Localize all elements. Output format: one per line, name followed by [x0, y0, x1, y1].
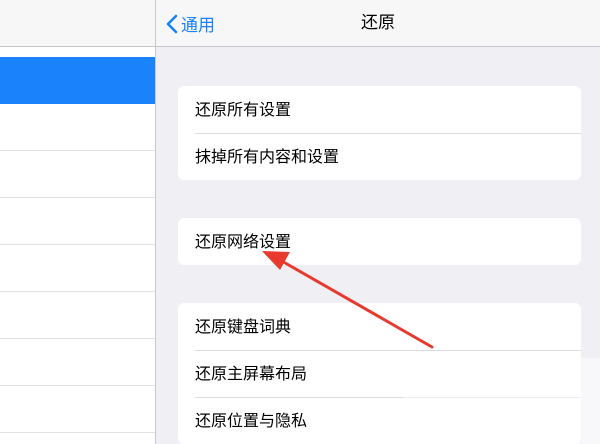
sidebar-item-general[interactable]	[0, 57, 155, 104]
sidebar-item[interactable]	[0, 104, 155, 151]
reset-home-screen-layout-cell[interactable]: 还原主屏幕布局	[178, 350, 581, 397]
reset-location-privacy-cell[interactable]: 还原位置与隐私	[178, 397, 581, 444]
sidebar-item[interactable]	[0, 386, 155, 433]
erase-all-content-cell[interactable]: 抹掉所有内容和设置	[178, 133, 581, 180]
reset-group-3: 还原键盘词典 还原主屏幕布局 还原位置与隐私	[178, 303, 581, 444]
reset-network-settings-cell[interactable]: 还原网络设置	[178, 218, 581, 265]
back-button-label: 通用	[181, 16, 215, 36]
navigation-bar: 通用 还原	[156, 0, 600, 47]
page-title: 还原	[361, 13, 395, 33]
reset-keyboard-dictionary-cell[interactable]: 还原键盘词典	[178, 303, 581, 350]
sidebar-item[interactable]	[0, 151, 155, 198]
back-button[interactable]: 通用	[166, 0, 215, 47]
sidebar-item[interactable]	[0, 292, 155, 339]
sidebar-item[interactable]	[0, 245, 155, 292]
reset-all-settings-cell[interactable]: 还原所有设置	[178, 86, 581, 133]
reset-group-1: 还原所有设置 抹掉所有内容和设置	[178, 86, 581, 180]
sidebar-item[interactable]	[0, 198, 155, 245]
sidebar-header	[0, 0, 155, 47]
sidebar-item[interactable]	[0, 339, 155, 386]
chevron-left-icon	[166, 14, 178, 33]
sidebar	[0, 0, 156, 444]
reset-group-2: 还原网络设置	[178, 218, 581, 265]
